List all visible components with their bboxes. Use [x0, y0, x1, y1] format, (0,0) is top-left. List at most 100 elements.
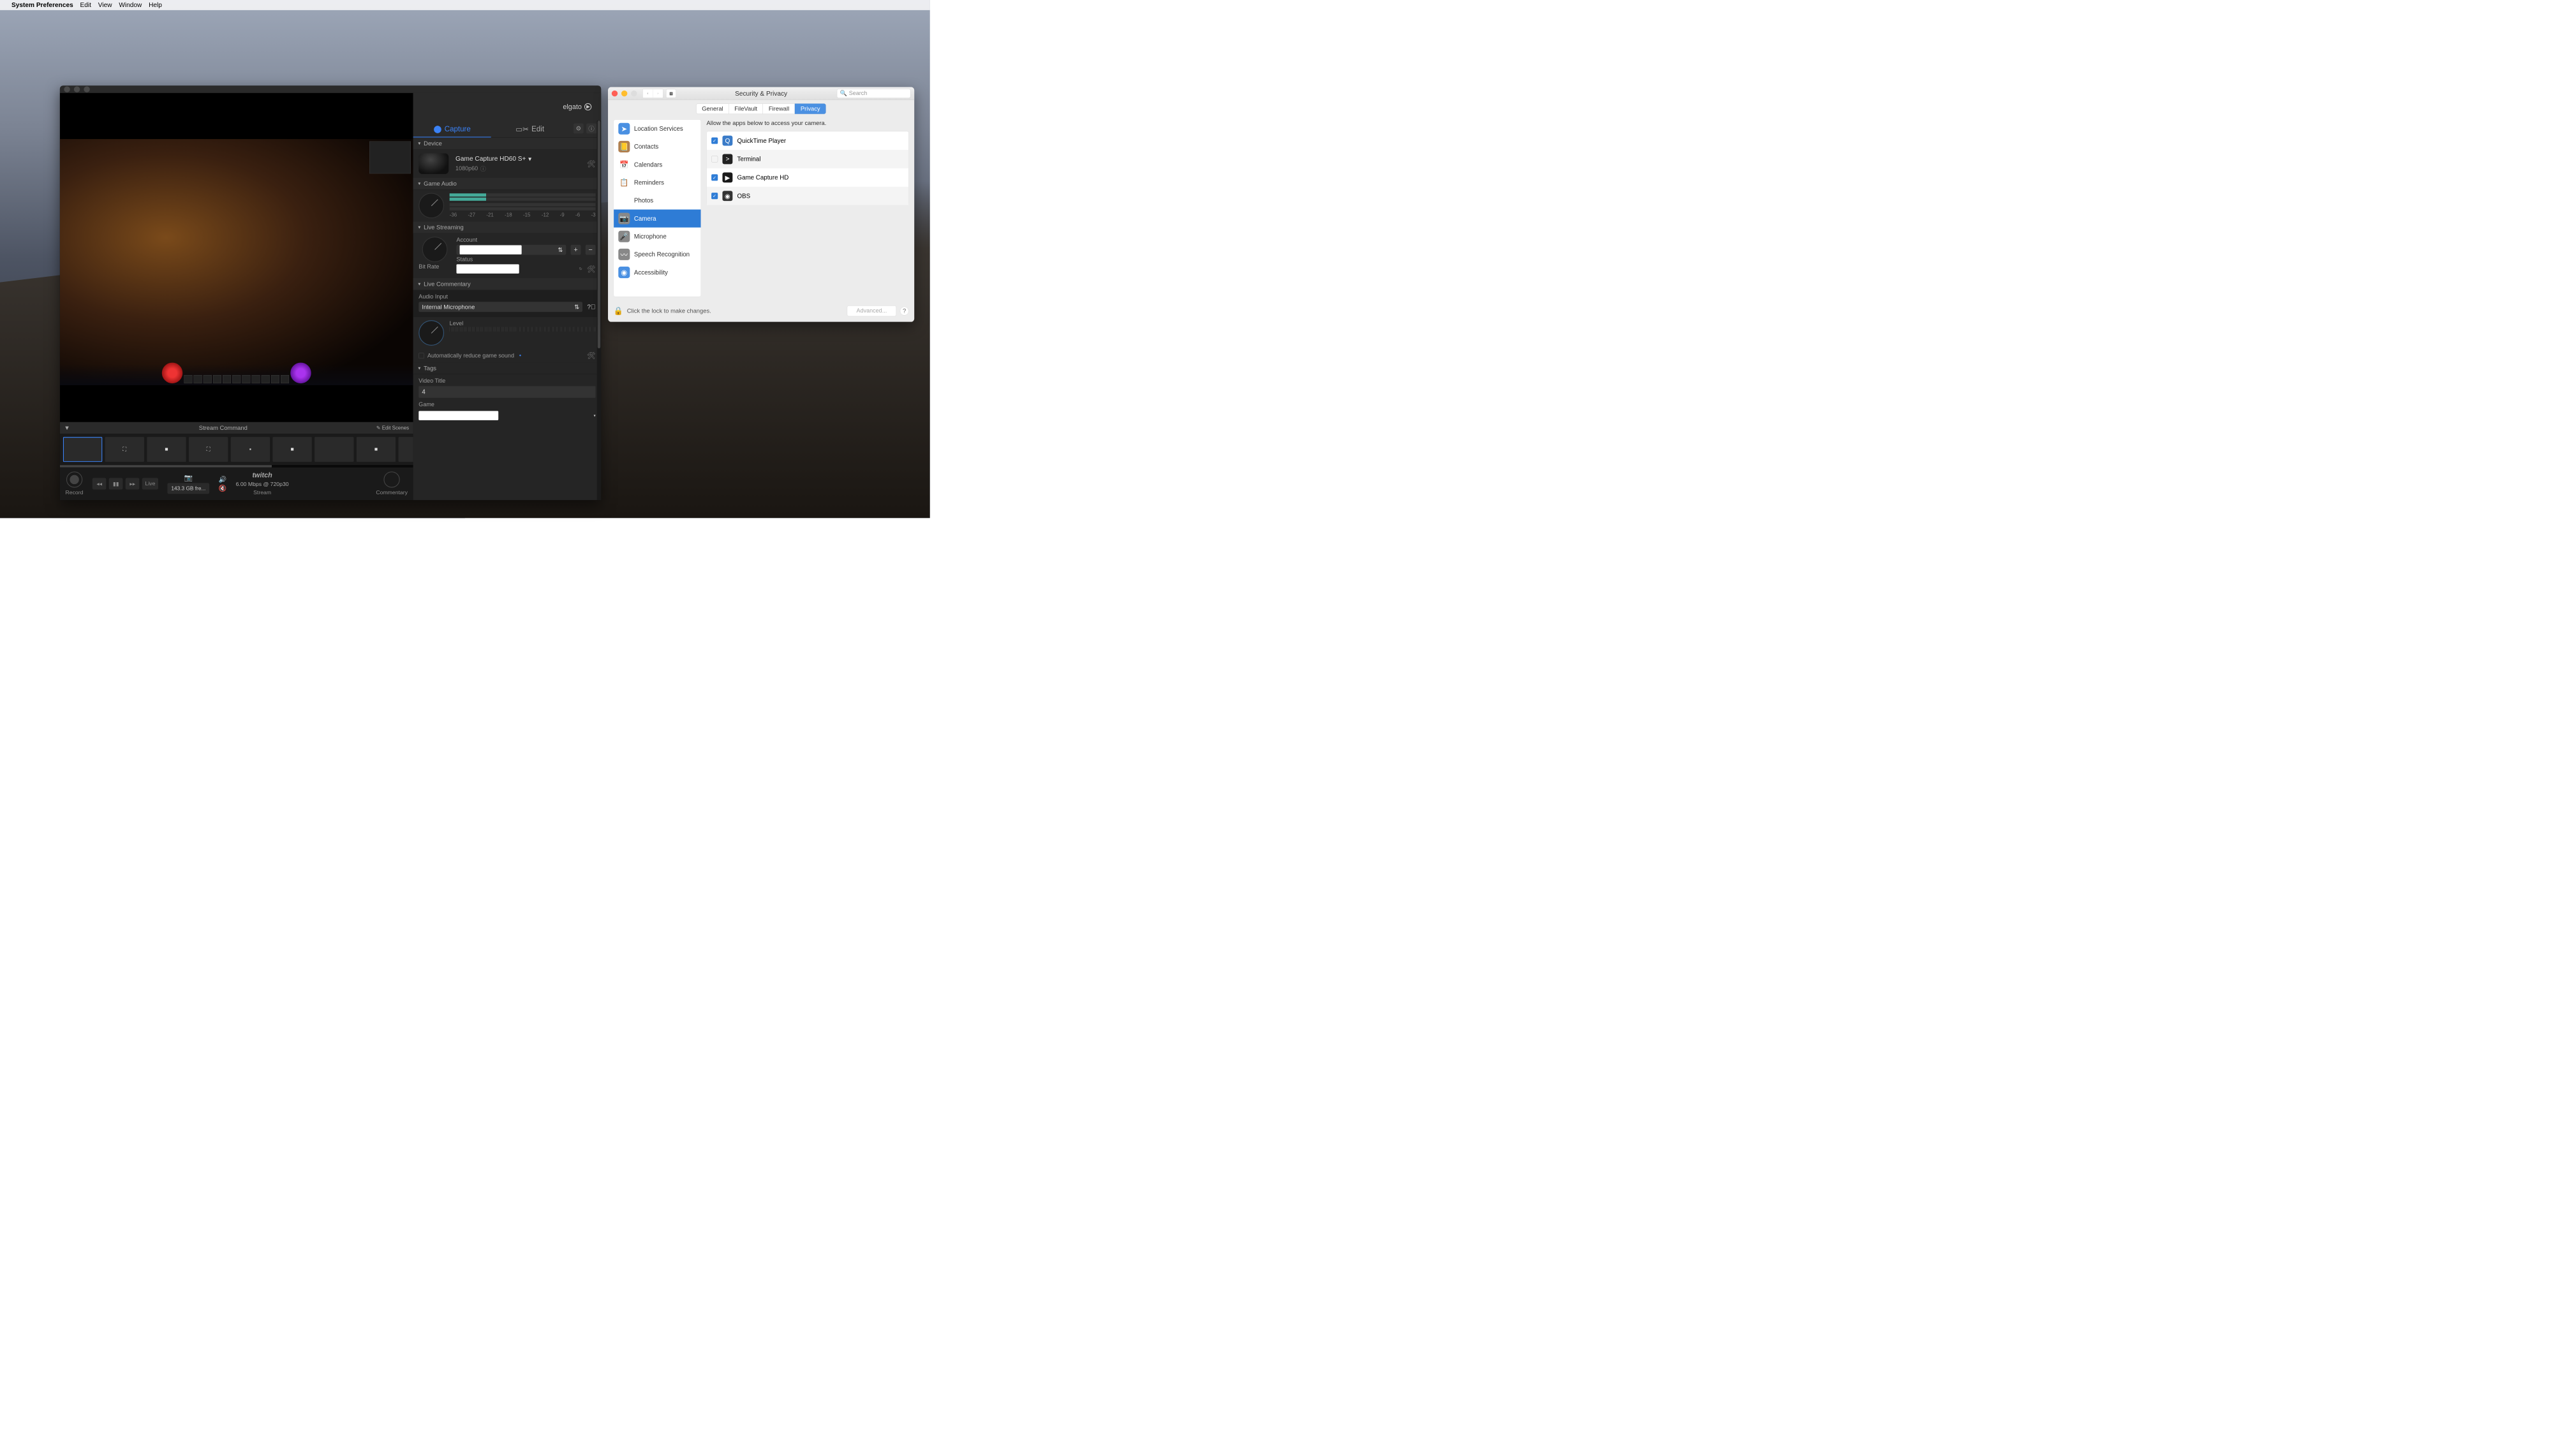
sidebar-item-calendars[interactable]: 📅Calendars	[614, 156, 700, 173]
app-checkbox[interactable]: ✓	[711, 138, 718, 144]
camera-icon: 📷	[618, 213, 630, 224]
sidebar-item-reminders[interactable]: 📋Reminders	[614, 173, 700, 191]
app-checkbox[interactable]	[711, 156, 718, 162]
close-button[interactable]	[64, 86, 70, 92]
menubar-view[interactable]: View	[98, 1, 112, 9]
scene-thumb[interactable]: ⛶	[105, 437, 144, 462]
zoom-button[interactable]	[631, 91, 637, 96]
status-input[interactable]	[457, 264, 519, 273]
auto-reduce-checkbox[interactable]	[418, 353, 424, 358]
section-device[interactable]: Device	[413, 138, 602, 150]
chevron-down-icon[interactable]: ▾	[594, 413, 596, 418]
sysprefs-titlebar[interactable]: ‹ › ▦ Security & Privacy 🔍 Search	[608, 87, 914, 99]
game-input[interactable]	[418, 411, 498, 420]
section-live-commentary[interactable]: Live Commentary	[413, 278, 602, 290]
live-button[interactable]: Live	[142, 478, 158, 489]
device-dropdown[interactable]: Game Capture HD60 S+ ▾	[455, 155, 580, 163]
help-button[interactable]: ?	[900, 307, 909, 316]
scene-thumb[interactable]: ▪	[231, 437, 270, 462]
sidebar-item-camera[interactable]: 📷Camera	[614, 210, 700, 228]
contacts-icon: 📒	[618, 141, 630, 152]
video-title-input[interactable]	[418, 386, 595, 397]
right-panel-scrollbar[interactable]	[597, 121, 601, 500]
sidebar-item-label: Location Services	[634, 125, 683, 132]
device-thumb-icon	[418, 153, 448, 173]
lock-icon[interactable]: 🔒	[614, 306, 623, 315]
stream-command-title: Stream Command	[199, 424, 248, 431]
rewind-button[interactable]: ◂◂	[93, 478, 107, 489]
sidebar-item-microphone[interactable]: 🎤Microphone	[614, 228, 700, 246]
refresh-icon[interactable]: ↻	[579, 267, 582, 271]
show-all-button[interactable]: ▦	[666, 89, 676, 98]
tab-privacy[interactable]: Privacy	[795, 103, 826, 114]
menubar-help[interactable]: Help	[149, 1, 162, 9]
zoom-button[interactable]	[84, 86, 89, 92]
commentary-gauge[interactable]	[418, 320, 444, 346]
close-button[interactable]	[612, 91, 618, 96]
section-live-streaming[interactable]: Live Streaming	[413, 221, 602, 233]
mute-icon[interactable]: 🔇	[219, 485, 227, 492]
wrench-icon[interactable]: 🛠	[587, 265, 596, 273]
tab-filevault[interactable]: FileVault	[729, 103, 763, 114]
search-icon: 🔍	[840, 90, 847, 96]
desktop-wallpaper: System Preferences Edit View Window Help	[0, 0, 930, 518]
tab-edit[interactable]: ▭✂ Edit	[491, 121, 569, 137]
tab-capture[interactable]: ⬤ Capture	[413, 121, 491, 137]
edit-scenes-link[interactable]: ✎ Edit Scenes	[376, 425, 409, 430]
menubar-window[interactable]: Window	[119, 1, 142, 9]
sidebar-item-speech-recognition[interactable]: 〰 Speech Recognition	[614, 246, 700, 263]
settings-gear-icon[interactable]: ⚙	[574, 123, 584, 133]
add-account-button[interactable]: +	[571, 245, 581, 255]
info-icon[interactable]: ⓘ	[586, 123, 596, 133]
sidebar-item-contacts[interactable]: 📒Contacts	[614, 138, 700, 156]
tab-firewall[interactable]: Firewall	[763, 103, 795, 114]
audio-input-dropdown[interactable]: Internal Microphone ⇅	[418, 302, 582, 312]
sidebar-item-photos[interactable]: ❋Photos	[614, 191, 700, 209]
menubar-edit[interactable]: Edit	[80, 1, 91, 9]
scene-thumb[interactable]	[63, 437, 102, 462]
scene-thumb-add[interactable]: ⊕	[399, 437, 413, 462]
bitrate-gauge[interactable]	[422, 237, 448, 262]
scene-thumb[interactable]: ■	[272, 437, 311, 462]
sidebar-item-label: Speech Recognition	[634, 251, 690, 258]
scene-thumb[interactable]: ⛶	[189, 437, 228, 462]
info-icon[interactable]: ⓘ	[480, 165, 486, 173]
storage-free[interactable]: 143.3 GB fre...	[168, 483, 210, 494]
speech-recognition-icon: 〰	[618, 249, 630, 260]
sidebar-item-accessibility[interactable]: ◉Accessibility	[614, 263, 700, 281]
app-row-game-capture-hd: ✓▶Game Capture HD	[707, 168, 908, 187]
search-input[interactable]: 🔍 Search	[837, 89, 911, 98]
tab-general[interactable]: General	[696, 103, 729, 114]
volume-icon[interactable]: 🔊	[219, 475, 227, 483]
advanced-button[interactable]: Advanced...	[847, 305, 896, 316]
elgato-titlebar[interactable]	[60, 85, 601, 93]
wrench-icon[interactable]: 🛠	[587, 351, 596, 360]
forward-button[interactable]: ▸▸	[126, 478, 140, 489]
status-label: Status	[457, 256, 596, 263]
account-dropdown[interactable]: ⇅	[457, 245, 566, 255]
stream-command-header[interactable]: Stream Command ✎ Edit Scenes	[60, 422, 413, 434]
minimize-button[interactable]	[621, 91, 627, 96]
help-icon[interactable]: ?⃝	[587, 303, 595, 311]
lock-text[interactable]: Click the lock to make changes.	[627, 307, 711, 314]
wrench-icon[interactable]: 🛠	[587, 159, 596, 168]
menubar-app-name[interactable]: System Preferences	[11, 1, 73, 9]
remove-account-button[interactable]: −	[586, 245, 596, 255]
scene-thumb[interactable]: ■	[357, 437, 396, 462]
scene-thumb[interactable]	[315, 437, 353, 462]
forward-button[interactable]: ›	[653, 89, 663, 98]
sidebar-item-location-services[interactable]: ➤Location Services	[614, 120, 700, 138]
pause-button[interactable]: ▮▮	[109, 478, 123, 489]
section-game-audio[interactable]: Game Audio	[413, 178, 602, 190]
film-icon: ▭✂	[515, 124, 529, 133]
commentary-button[interactable]	[384, 471, 400, 487]
app-checkbox[interactable]: ✓	[711, 174, 718, 180]
record-button[interactable]	[66, 471, 82, 487]
app-checkbox[interactable]: ✓	[711, 193, 718, 199]
stream-label: Stream	[253, 489, 271, 496]
volume-gauge[interactable]	[418, 193, 444, 219]
camera-apps-list: ✓QQuickTime Player>Terminal✓▶Game Captur…	[707, 131, 909, 205]
back-button[interactable]: ‹	[643, 89, 653, 98]
minimize-button[interactable]	[74, 86, 80, 92]
scene-thumb[interactable]: ■	[147, 437, 186, 462]
